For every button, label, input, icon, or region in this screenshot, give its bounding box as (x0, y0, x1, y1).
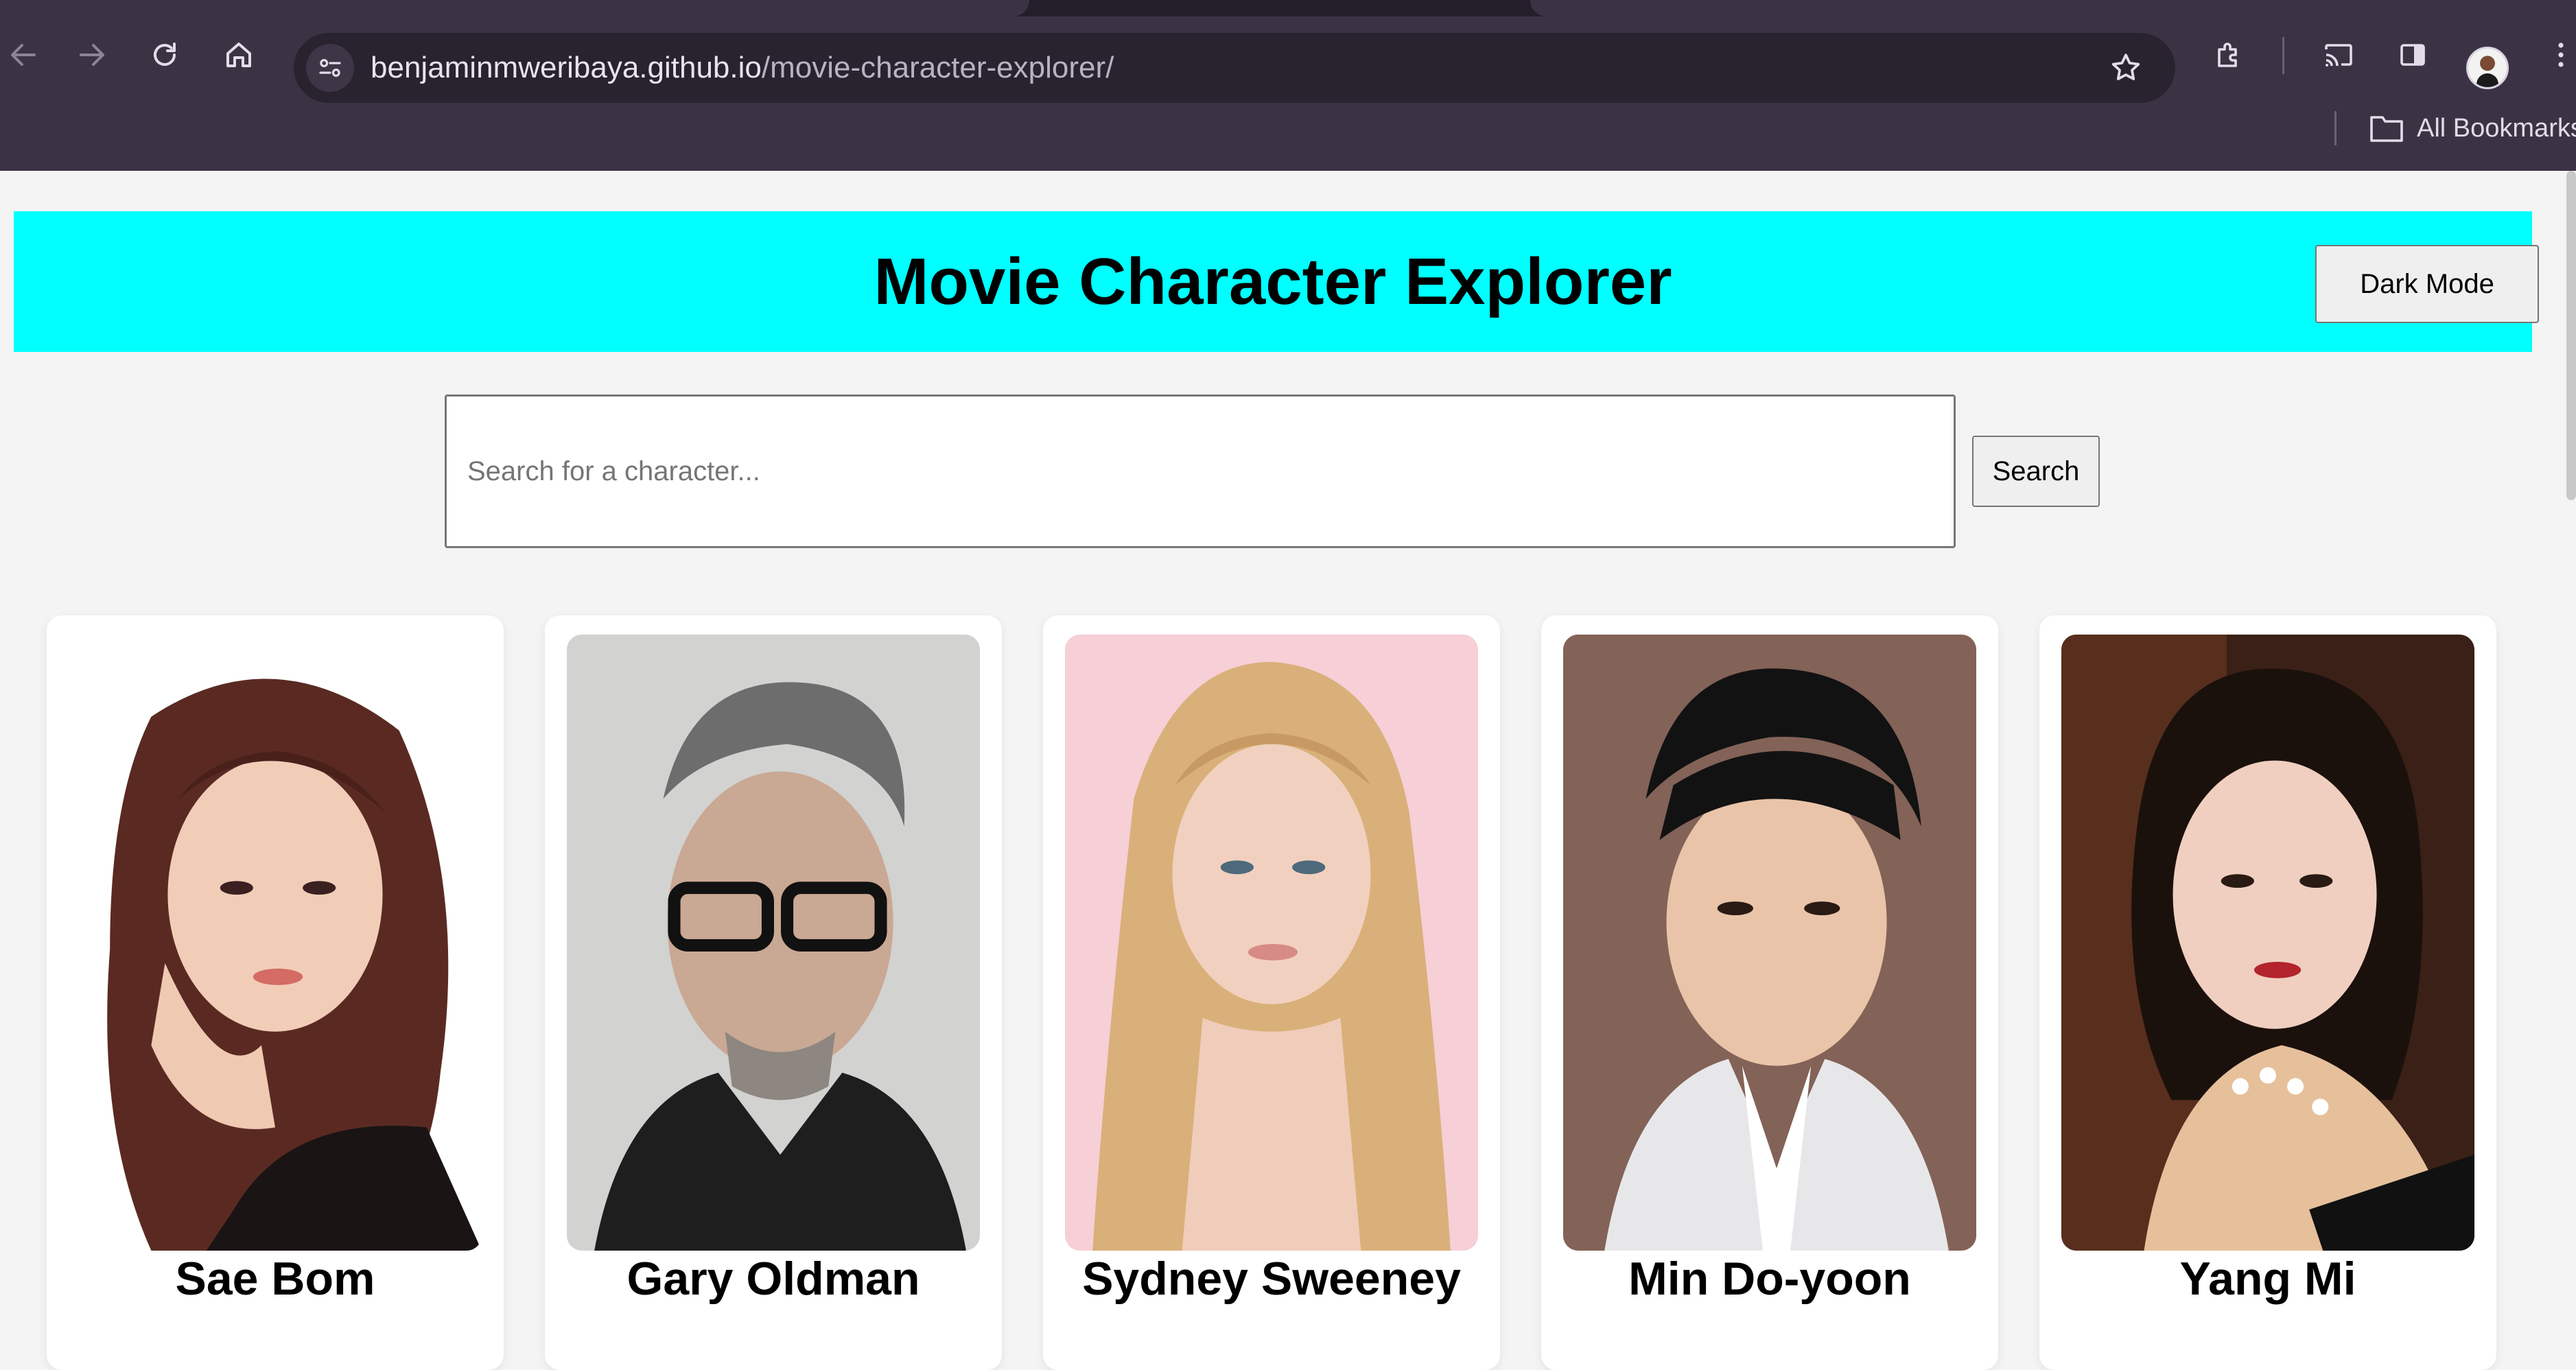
character-photo (69, 635, 482, 1251)
bookmarks-divider (2334, 111, 2337, 145)
inactive-tab-edge[interactable] (1530, 0, 2576, 16)
character-card[interactable]: Sae Bom (47, 615, 504, 1370)
page-content: Movie Character Explorer Dark Mode Searc… (0, 171, 2576, 1370)
site-info-icon[interactable] (306, 44, 354, 92)
url-path: /movie-character-explorer/ (761, 51, 1114, 84)
reload-icon[interactable] (143, 33, 187, 77)
character-card[interactable]: Sydney Sweeney (1043, 615, 1500, 1370)
bookmarks-bar: All Bookmarks (0, 86, 2576, 171)
character-photo (1563, 635, 1976, 1251)
all-bookmarks-label: All Bookmarks (2417, 113, 2576, 143)
character-name: Gary Oldman (627, 1253, 920, 1305)
toolbar-divider (2282, 37, 2284, 74)
extensions-icon[interactable] (2207, 33, 2251, 77)
character-card[interactable]: Yang Mi (2039, 615, 2496, 1370)
search-input[interactable] (445, 394, 1956, 548)
page-title: Movie Character Explorer (874, 245, 1672, 318)
character-card[interactable]: Gary Oldman (545, 615, 1002, 1370)
page-scrollbar[interactable] (2566, 171, 2576, 500)
home-icon[interactable] (217, 33, 261, 77)
character-name: Sydney Sweeney (1082, 1253, 1461, 1305)
profile-avatar[interactable] (2466, 47, 2509, 89)
character-name: Sae Bom (175, 1253, 375, 1305)
character-photo (1065, 635, 1478, 1251)
browser-chrome: benjaminmweribaya.github.io/movie-charac… (0, 0, 2576, 171)
folder-icon (2370, 116, 2403, 142)
header-bar: Movie Character Explorer (14, 211, 2532, 352)
tab-strip (0, 0, 2576, 16)
character-photo (2061, 635, 2474, 1251)
active-tab-edge[interactable] (0, 0, 1029, 16)
back-icon[interactable] (1, 33, 45, 77)
more-menu-icon[interactable] (2539, 33, 2576, 77)
all-bookmarks-button[interactable]: All Bookmarks (2369, 107, 2576, 150)
character-name: Min Do-yoon (1628, 1253, 1911, 1305)
forward-icon[interactable] (70, 33, 114, 77)
bookmark-star-icon[interactable] (2104, 46, 2148, 90)
cast-icon[interactable] (2317, 33, 2361, 77)
browser-toolbar: benjaminmweribaya.github.io/movie-charac… (0, 16, 2576, 103)
search-button[interactable]: Search (1972, 436, 2100, 507)
character-card[interactable]: Min Do-yoon (1541, 615, 1998, 1370)
character-photo (567, 635, 980, 1251)
url-domain: benjaminmweribaya.github.io (371, 51, 762, 84)
side-panel-icon[interactable] (2391, 33, 2435, 77)
character-name: Yang Mi (2179, 1253, 2356, 1305)
dark-mode-button[interactable]: Dark Mode (2315, 245, 2539, 323)
